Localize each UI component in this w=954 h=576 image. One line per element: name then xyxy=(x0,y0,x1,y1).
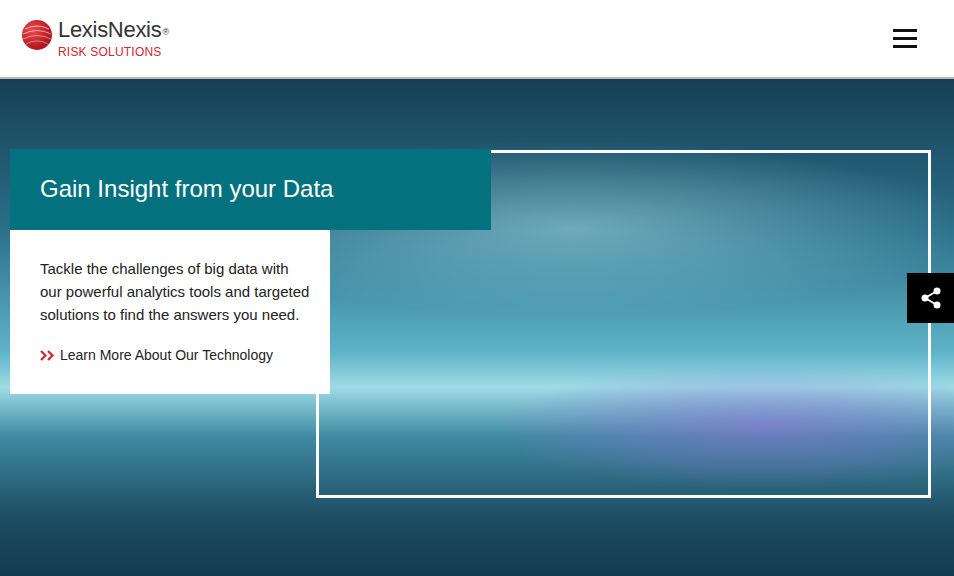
hero-text-box: Tackle the challenges of big data with o… xyxy=(10,230,330,394)
double-chevron-icon xyxy=(40,350,55,361)
hero-content: Gain Insight from your Data Tackle the c… xyxy=(0,79,954,394)
learn-more-label: Learn More About Our Technology xyxy=(60,345,273,366)
registered-mark: ® xyxy=(162,27,168,37)
logo-link[interactable]: LexisNexis® RISK SOLUTIONS xyxy=(21,18,169,59)
brand-name-text: LexisNexis xyxy=(58,17,161,42)
brand-name: LexisNexis® xyxy=(58,18,169,42)
hero-title: Gain Insight from your Data xyxy=(40,175,333,204)
menu-hamburger-icon[interactable] xyxy=(893,29,917,49)
share-button[interactable] xyxy=(907,273,954,323)
learn-more-link[interactable]: Learn More About Our Technology xyxy=(40,345,273,366)
hero-description: Tackle the challenges of big data with o… xyxy=(40,257,314,326)
globe-logo-icon xyxy=(21,19,53,51)
hero-title-box: Gain Insight from your Data xyxy=(10,149,491,230)
logo-text: LexisNexis® RISK SOLUTIONS xyxy=(58,18,169,59)
brand-tagline: RISK SOLUTIONS xyxy=(58,45,169,59)
share-icon xyxy=(920,286,942,310)
hero-banner: Gain Insight from your Data Tackle the c… xyxy=(0,79,954,576)
site-header: LexisNexis® RISK SOLUTIONS xyxy=(0,0,954,79)
